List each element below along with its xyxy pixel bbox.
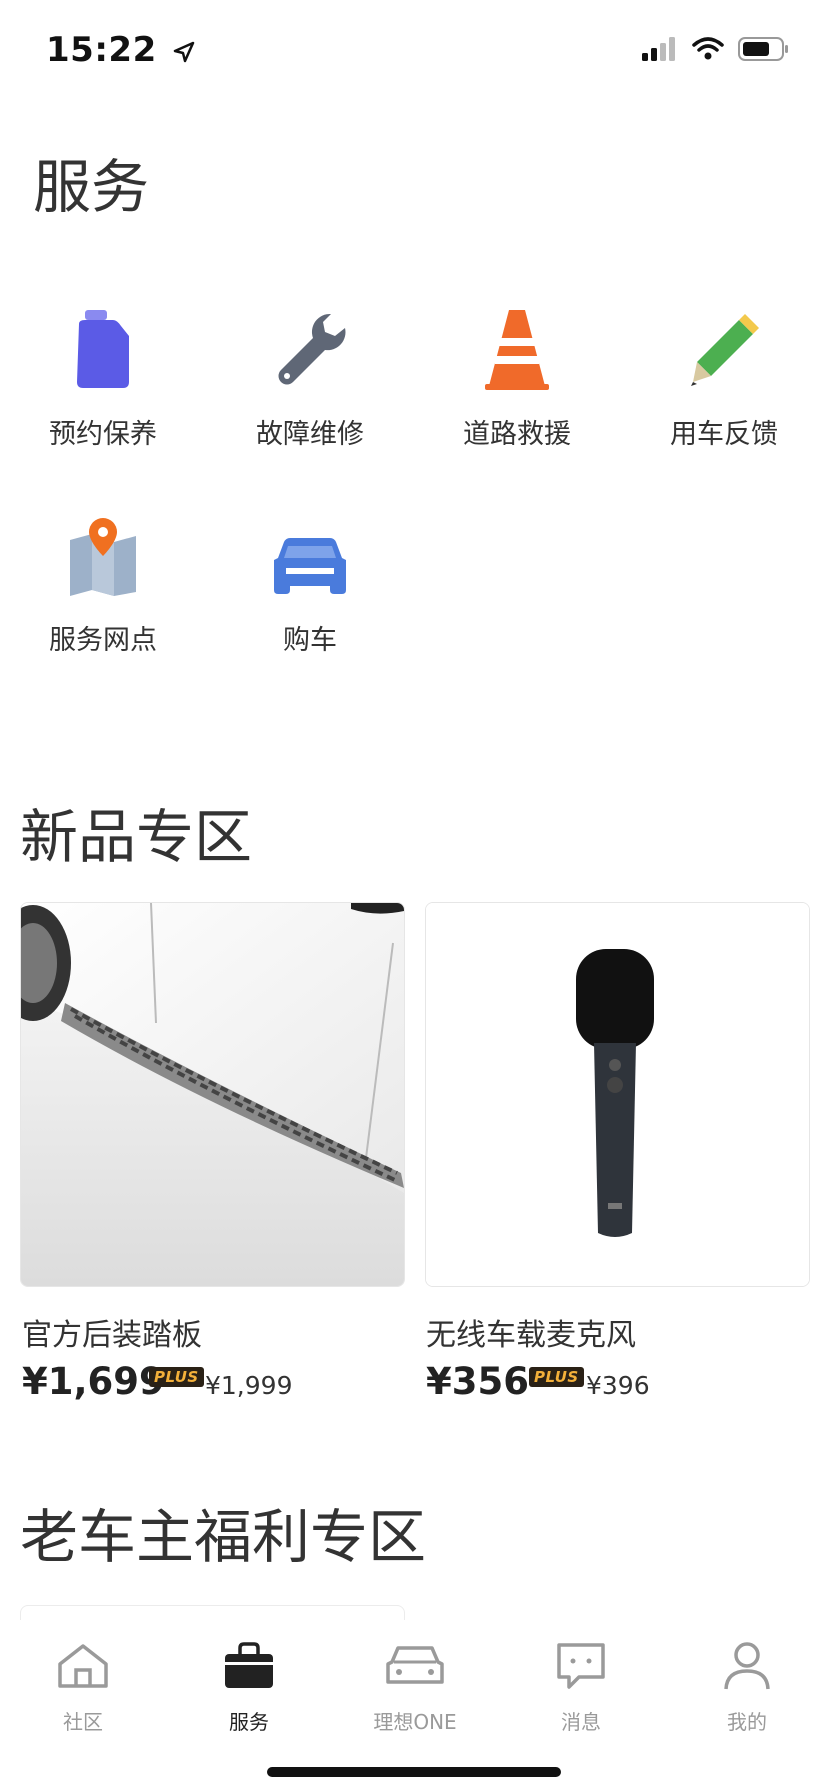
plus-badge: PLUS [149, 1367, 204, 1387]
battery-icon [738, 37, 788, 61]
wrench-icon [278, 313, 346, 385]
location-arrow-icon [173, 41, 195, 62]
chat-icon [557, 1643, 605, 1689]
product-price: ¥1,699 [22, 1360, 165, 1403]
running-board-photo [21, 903, 404, 1286]
original-price: ¥1,999 [205, 1371, 293, 1400]
owner-benefits-title: 老车主福利专区 [20, 1503, 427, 1571]
service-repair[interactable]: 故障维修 [207, 300, 413, 451]
tab-label: 理想ONE [373, 1710, 457, 1734]
oil-can-icon [77, 310, 129, 388]
pencil-icon [691, 314, 759, 386]
status-time-text: 15:22 [46, 30, 157, 70]
signal-icon [642, 37, 675, 61]
tab-label: 社区 [63, 1710, 103, 1734]
home-indicator[interactable] [267, 1767, 561, 1777]
services-title: 服务 [33, 153, 150, 221]
service-buy-car[interactable]: 购车 [207, 506, 413, 657]
product-name[interactable]: 无线车载麦克风 [426, 1310, 636, 1354]
tab-community[interactable]: 社区 [0, 1638, 166, 1735]
service-label: 预约保养 [49, 419, 157, 450]
service-label: 故障维修 [256, 419, 364, 450]
tab-li-one[interactable]: 理想ONE [332, 1638, 498, 1735]
microphone-photo [426, 903, 809, 1286]
car-outline-icon [386, 1646, 444, 1684]
service-label: 服务网点 [49, 625, 157, 656]
tab-me[interactable]: 我的 [664, 1638, 828, 1735]
tab-label: 服务 [229, 1710, 269, 1734]
product-price: ¥356 [426, 1360, 529, 1403]
traffic-cone-icon [485, 310, 549, 390]
person-icon [724, 1642, 770, 1690]
service-label: 用车反馈 [670, 419, 778, 450]
tab-messages[interactable]: 消息 [498, 1638, 664, 1735]
service-feedback[interactable]: 用车反馈 [621, 300, 827, 451]
bag-icon [225, 1642, 273, 1688]
map-pin-icon [70, 518, 136, 596]
service-maintenance-appointment[interactable]: 预约保养 [0, 300, 206, 451]
service-label: 道路救援 [463, 419, 571, 450]
product-image-running-board[interactable] [20, 902, 405, 1287]
original-price: ¥396 [586, 1371, 650, 1400]
home-icon [58, 1644, 108, 1688]
status-time: 15:22 [46, 30, 195, 70]
service-label: 购车 [283, 625, 337, 656]
wifi-icon [692, 37, 724, 60]
car-icon [274, 538, 346, 594]
status-indicators [642, 36, 790, 62]
tab-services[interactable]: 服务 [166, 1638, 332, 1735]
new-products-title: 新品专区 [20, 803, 253, 871]
service-outlets[interactable]: 服务网点 [0, 506, 206, 657]
product-name[interactable]: 官方后装踏板 [22, 1310, 202, 1354]
service-road-rescue[interactable]: 道路救援 [414, 300, 620, 451]
tab-label: 我的 [727, 1710, 767, 1734]
plus-badge: PLUS [529, 1367, 584, 1387]
product-image-microphone[interactable] [425, 902, 810, 1287]
tab-label: 消息 [561, 1710, 601, 1734]
